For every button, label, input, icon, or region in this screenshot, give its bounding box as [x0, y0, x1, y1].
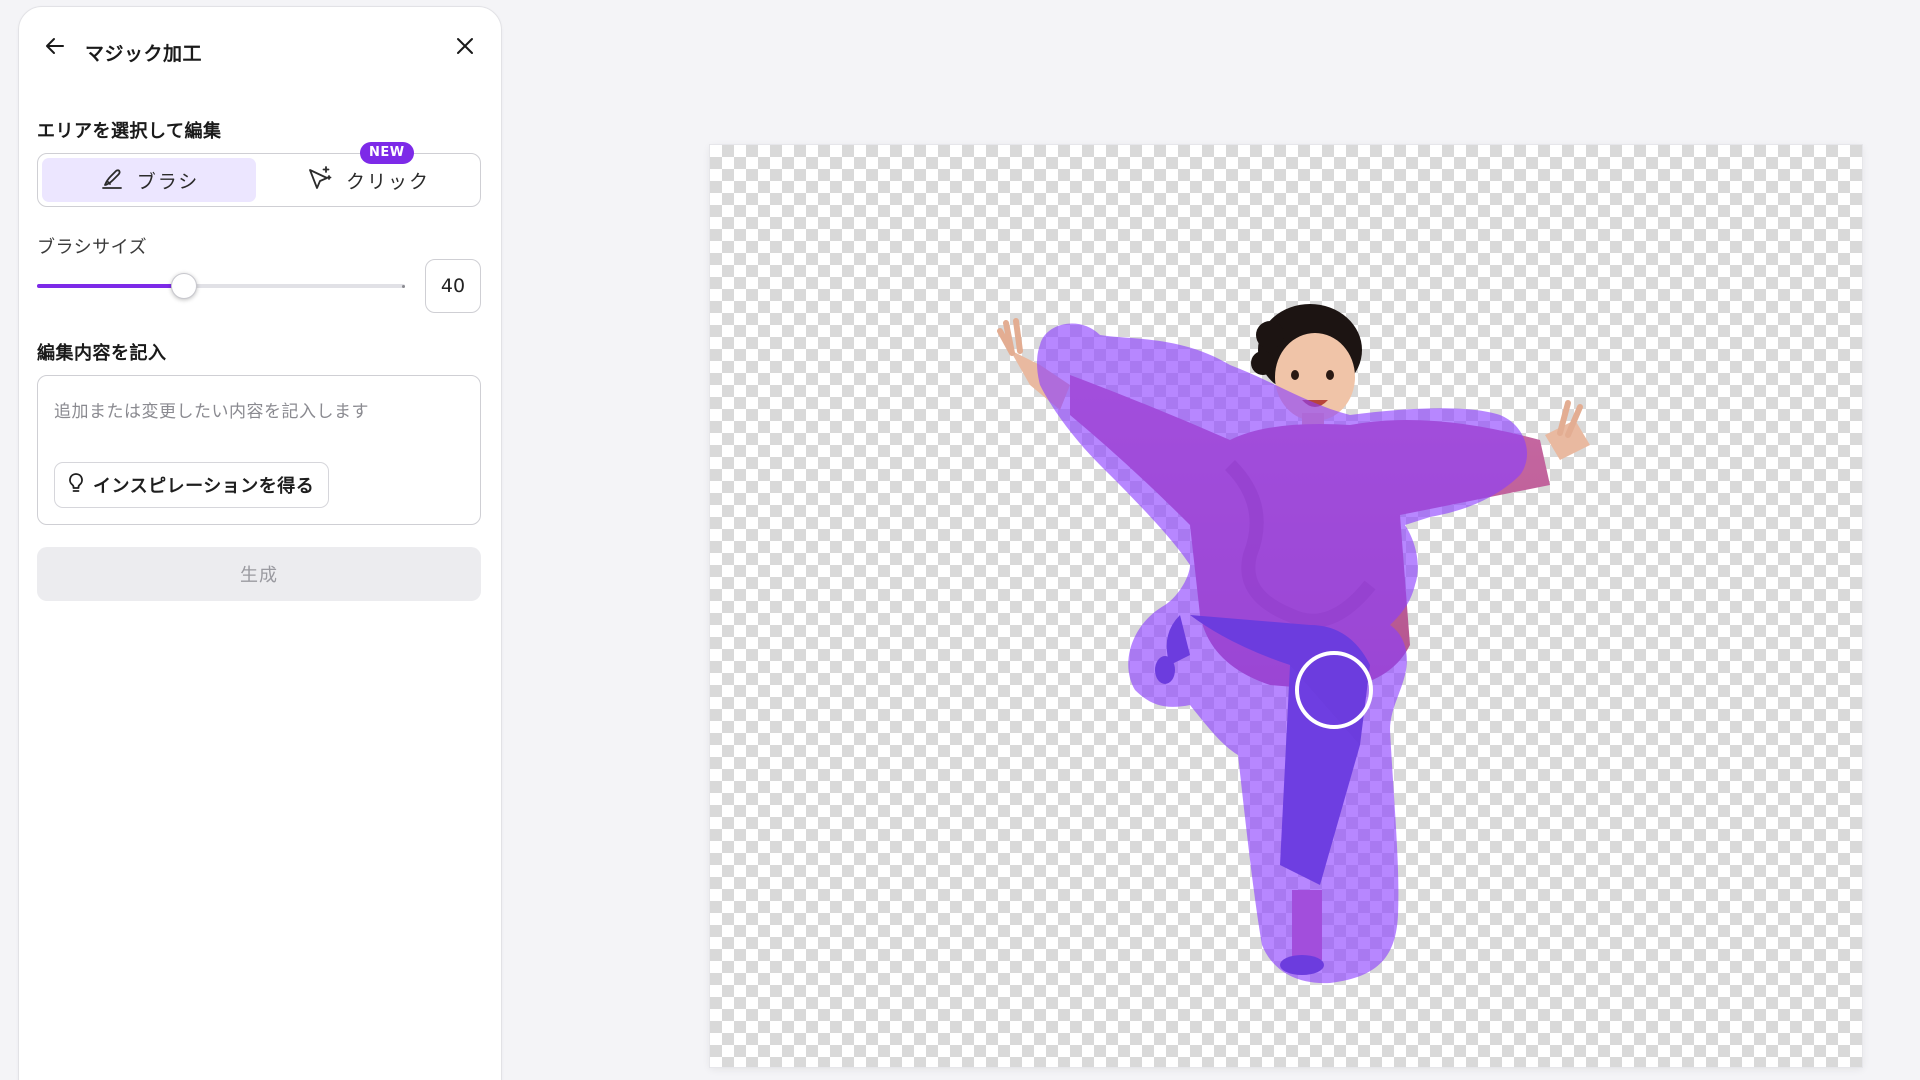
brush-size-label: ブラシサイズ: [37, 237, 148, 258]
prompt-box: インスピレーションを得る: [37, 375, 481, 525]
get-inspiration-label: インスピレーションを得る: [93, 476, 315, 497]
slider-end-dot: [402, 285, 405, 288]
back-button[interactable]: [37, 30, 73, 66]
panel-header: マジック加工: [19, 7, 501, 87]
arrow-left-icon: [43, 34, 67, 62]
photo-and-mask: [997, 304, 1590, 984]
generate-button[interactable]: 生成: [37, 547, 481, 601]
close-button[interactable]: [447, 30, 483, 66]
magic-edit-panel: マジック加工 エリアを選択して編集 ブラシ クリック NEW ブラシサイズ 40…: [18, 6, 502, 1080]
lightbulb-icon: [67, 472, 85, 499]
prompt-input[interactable]: [54, 392, 454, 432]
brush-mode-label: ブラシ: [136, 170, 200, 193]
panel-title: マジック加工: [85, 43, 203, 65]
select-area-heading: エリアを選択して編集: [37, 121, 222, 142]
click-mode-label: クリック: [345, 170, 430, 193]
new-badge: NEW: [360, 142, 414, 164]
magic-edit-app: マジック加工 エリアを選択して編集 ブラシ クリック NEW ブラシサイズ 40…: [0, 0, 1920, 1080]
get-inspiration-button[interactable]: インスピレーションを得る: [54, 462, 330, 508]
slider-fill: [37, 284, 185, 288]
cursor-sparkle-icon: [306, 164, 334, 197]
brush-size-value-field[interactable]: 40: [425, 259, 481, 313]
edit-content-heading: 編集内容を記入: [37, 343, 167, 364]
brush-mode-button[interactable]: ブラシ: [42, 158, 256, 202]
mode-toggle: ブラシ クリック NEW: [37, 142, 481, 207]
brush-size-slider[interactable]: [37, 273, 405, 299]
brush-selection-mask: [1037, 323, 1528, 984]
image-canvas[interactable]: [710, 145, 1862, 1067]
brush-icon: [99, 165, 125, 196]
slider-thumb[interactable]: [171, 273, 198, 299]
click-mode-button[interactable]: クリック: [260, 158, 476, 202]
close-icon: [453, 34, 477, 62]
